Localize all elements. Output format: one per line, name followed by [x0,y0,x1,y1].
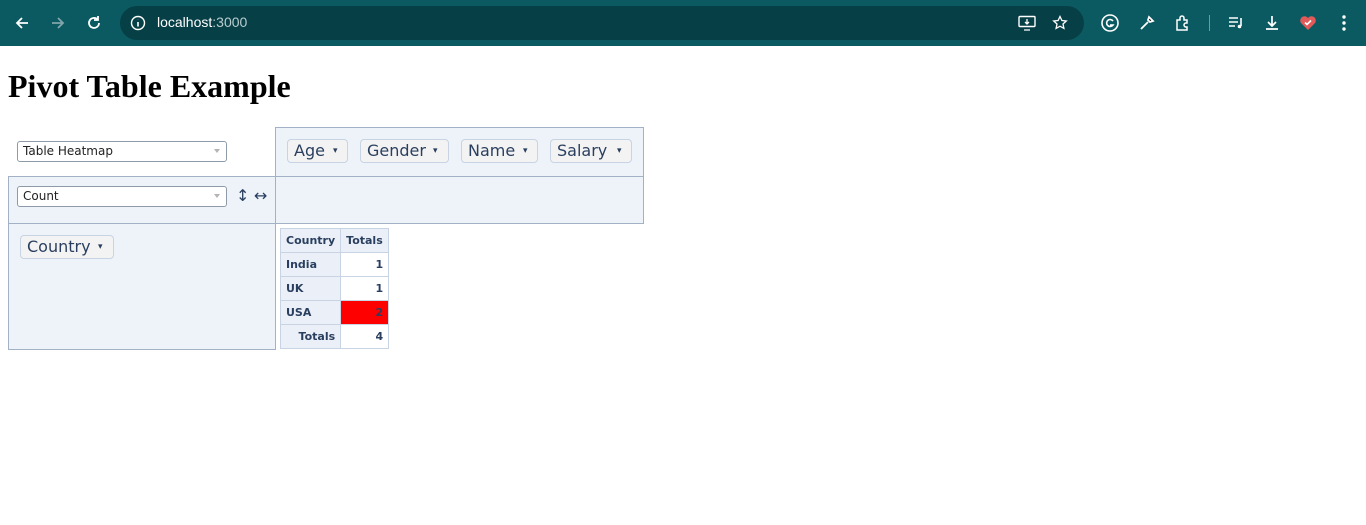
extensions-puzzle-icon[interactable] [1171,11,1195,35]
toolbar-separator [1209,15,1210,31]
row-total-cell: 1 [340,252,390,277]
attribute-pill-age[interactable]: Age ▾ [287,139,348,163]
aggregator-select[interactable]: Count [17,186,227,207]
renderer-select-value: Table Heatmap [23,144,113,158]
attribute-pill-country[interactable]: Country ▾ [20,235,114,259]
color-picker-extension-icon[interactable] [1135,11,1159,35]
row-total-cell: 2 [340,300,390,325]
row-attribute-header: Country [279,228,342,253]
heart-extension-icon[interactable] [1296,11,1320,35]
attribute-pill-label: Gender [367,141,426,160]
attribute-pill-name[interactable]: Name ▾ [461,139,538,163]
dropdown-triangle-icon[interactable]: ▾ [617,146,622,156]
chevron-down-icon [214,149,220,153]
forward-icon[interactable] [44,9,72,37]
renderer-select[interactable]: Table Heatmap [17,141,227,162]
attribute-pill-label: Country [27,237,91,256]
row-label: India [279,252,342,277]
chevron-down-icon [214,194,220,198]
reload-icon[interactable] [80,9,108,37]
attribute-pill-salary[interactable]: Salary ▾ [550,139,632,163]
dropdown-triangle-icon[interactable]: ▾ [433,146,438,156]
attribute-pill-label: Name [468,141,516,160]
attribute-pill-gender[interactable]: Gender ▾ [360,139,449,163]
menu-kebab-icon[interactable] [1332,11,1356,35]
row-label: USA [279,300,342,325]
reading-list-icon[interactable] [1224,11,1248,35]
row-total-cell: 1 [340,276,390,301]
table-row: USA 2 [279,300,390,325]
install-app-icon[interactable] [1017,13,1037,33]
row-order-toggle[interactable]: ↕ [236,186,249,205]
column-attributes-area[interactable] [275,176,644,224]
attribute-pill-label: Salary [557,141,608,160]
row-label: UK [279,276,342,301]
totals-row-label: Totals [279,324,342,349]
table-row: India 1 [279,252,390,277]
bookmark-star-icon[interactable] [1050,13,1070,33]
pivot-table: Country Totals India 1 UK 1 USA 2 Totals… [279,228,390,349]
column-order-toggle[interactable]: ↔ [254,186,267,205]
attribute-pill-label: Age [294,141,325,160]
browser-toolbar: localhost:3000 [0,0,1366,46]
aggregator-select-value: Count [23,189,59,203]
address-bar[interactable]: localhost:3000 [120,6,1084,40]
page-title: Pivot Table Example [8,68,291,104]
grammarly-extension-icon[interactable] [1098,11,1122,35]
totals-row: Totals 4 [279,324,390,349]
table-header-row: Country Totals [279,228,390,253]
download-icon[interactable] [1260,11,1284,35]
table-row: UK 1 [279,276,390,301]
dropdown-triangle-icon[interactable]: ▾ [333,146,338,156]
dropdown-triangle-icon[interactable]: ▾ [98,242,103,252]
grand-total-cell: 4 [340,324,390,349]
dropdown-triangle-icon[interactable]: ▾ [523,146,528,156]
back-icon[interactable] [8,9,36,37]
totals-column-header: Totals [340,228,390,253]
site-info-icon[interactable] [128,13,148,33]
url-text[interactable]: localhost:3000 [157,14,247,30]
